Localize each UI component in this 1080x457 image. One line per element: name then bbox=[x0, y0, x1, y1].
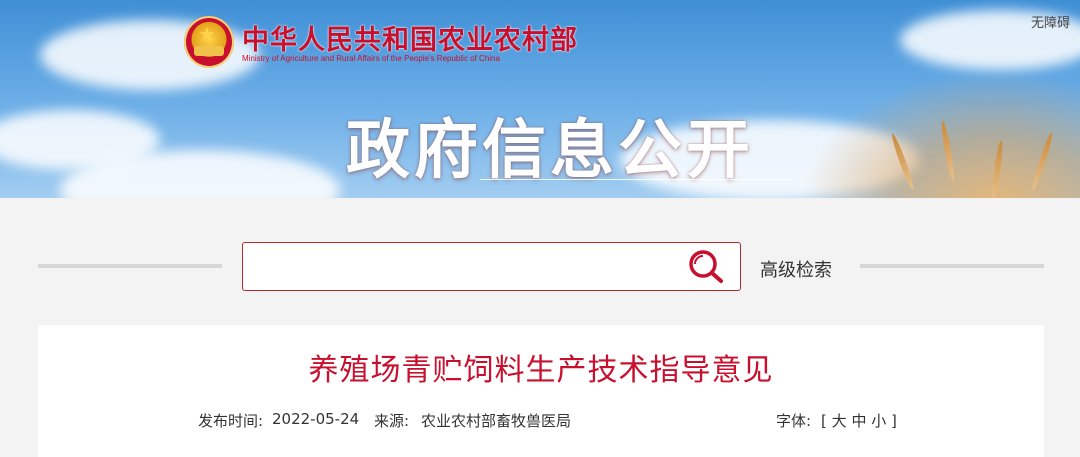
accessibility-link[interactable]: 无障碍 bbox=[1031, 12, 1070, 31]
search-box bbox=[242, 242, 741, 291]
section-title: 政府信息公开 bbox=[346, 114, 754, 188]
font-size-small-button[interactable]: 小 bbox=[871, 412, 886, 430]
source-value: 农业农村部畜牧兽医局 bbox=[421, 412, 572, 430]
font-size-large-button[interactable]: 大 bbox=[832, 412, 847, 430]
font-size-medium-button[interactable]: 中 bbox=[851, 412, 866, 430]
publish-date-label: 发布时间: bbox=[198, 412, 264, 430]
publish-date: 2022-05-24 bbox=[272, 410, 360, 428]
title-underline bbox=[480, 179, 792, 180]
ministry-name-en: Ministry of Agriculture and Rural Affair… bbox=[242, 54, 500, 63]
font-size-options: [ 大 中 小 ] bbox=[821, 410, 897, 431]
divider-left bbox=[38, 264, 222, 268]
search-icon[interactable] bbox=[686, 247, 726, 285]
advanced-search-link[interactable]: 高级检索 bbox=[760, 256, 832, 282]
font-bracket-close: ] bbox=[891, 412, 897, 430]
search-input[interactable] bbox=[255, 253, 679, 283]
national-emblem-logo[interactable]: ★ bbox=[184, 16, 234, 68]
font-size-label: 字体: bbox=[776, 412, 812, 430]
ministry-name-cn[interactable]: 中华人民共和国农业农村部 bbox=[242, 18, 578, 57]
source-label: 来源: bbox=[374, 412, 410, 430]
article-title: 养殖场青贮饲料生产技术指导意见 bbox=[308, 353, 774, 388]
divider-right bbox=[860, 264, 1044, 268]
font-bracket-open: [ bbox=[821, 412, 827, 430]
